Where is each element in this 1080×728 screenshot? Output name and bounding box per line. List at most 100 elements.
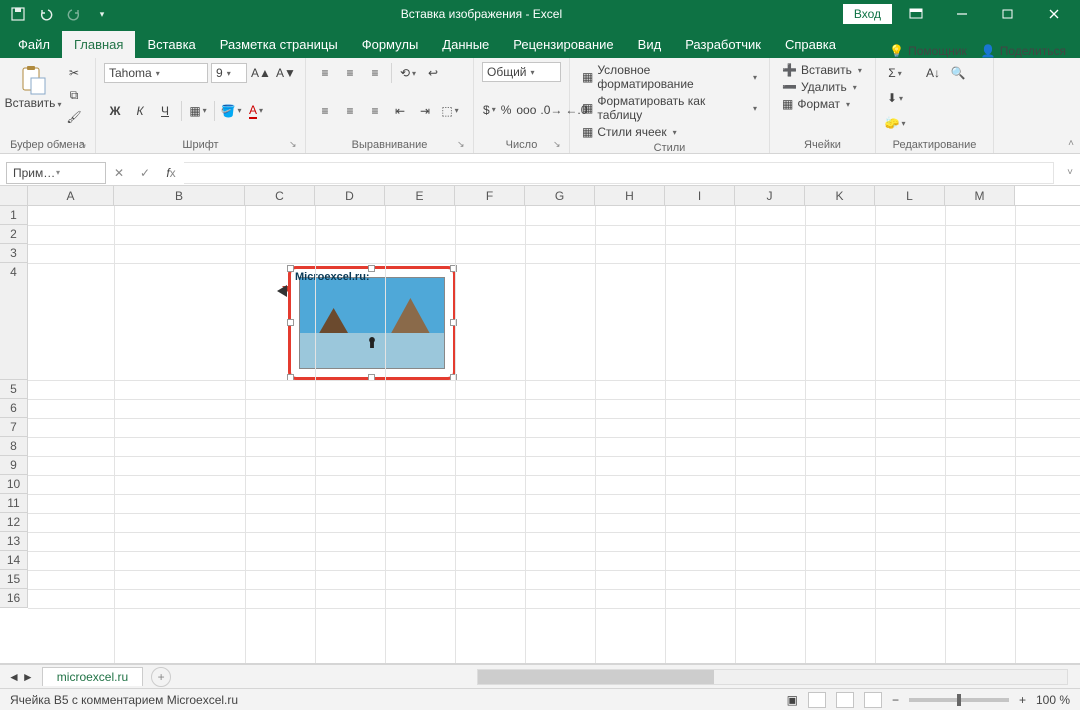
zoom-out-icon[interactable]: − xyxy=(892,693,899,707)
orientation-icon[interactable]: ⟲▾ xyxy=(397,62,419,84)
paste-button[interactable]: Вставить▾ xyxy=(8,62,58,112)
row-header[interactable]: 3 xyxy=(0,244,28,263)
column-header[interactable]: F xyxy=(455,186,525,205)
clipboard-launcher-icon[interactable]: ↘ xyxy=(79,139,91,151)
tab-home[interactable]: Главная xyxy=(62,31,135,58)
sheet-nav-last-icon[interactable]: ► xyxy=(22,670,34,684)
increase-font-icon[interactable]: A▲ xyxy=(250,62,272,84)
wrap-text-icon[interactable]: ↩ xyxy=(422,62,444,84)
comma-icon[interactable]: ооо xyxy=(515,99,537,121)
undo-icon[interactable] xyxy=(34,2,58,26)
percent-icon[interactable]: % xyxy=(500,99,513,121)
decrease-indent-icon[interactable]: ⇤ xyxy=(389,100,411,122)
tab-formulas[interactable]: Формулы xyxy=(350,31,431,58)
row-header[interactable]: 15 xyxy=(0,570,28,589)
find-select-icon[interactable]: 🔍 xyxy=(947,62,969,84)
zoom-level[interactable]: 100 % xyxy=(1036,693,1070,707)
font-color-icon[interactable]: A▾ xyxy=(245,100,267,122)
align-middle-icon[interactable]: ≡ xyxy=(339,62,361,84)
view-page-break-icon[interactable] xyxy=(864,692,882,708)
tab-help[interactable]: Справка xyxy=(773,31,848,58)
select-all-corner[interactable] xyxy=(0,186,28,205)
redo-icon[interactable] xyxy=(62,2,86,26)
column-header[interactable]: M xyxy=(945,186,1015,205)
tab-data[interactable]: Данные xyxy=(430,31,501,58)
format-as-table-button[interactable]: ▦Форматировать как таблицу▾ xyxy=(578,93,761,123)
alignment-launcher-icon[interactable]: ↘ xyxy=(457,139,469,151)
tab-review[interactable]: Рецензирование xyxy=(501,31,625,58)
cell-styles-button[interactable]: ▦Стили ячеек▾ xyxy=(578,124,761,140)
font-launcher-icon[interactable]: ↘ xyxy=(289,139,301,151)
font-size-select[interactable]: 9▾ xyxy=(211,63,247,83)
currency-icon[interactable]: $▾ xyxy=(482,99,497,121)
row-header[interactable]: 11 xyxy=(0,494,28,513)
enter-formula-icon[interactable]: ✓ xyxy=(132,162,158,184)
format-cells-button[interactable]: ▦Формат▾ xyxy=(778,96,867,112)
decrease-decimal-icon[interactable]: ←.0 xyxy=(565,99,587,121)
row-header[interactable]: 16 xyxy=(0,589,28,608)
row-header[interactable]: 5 xyxy=(0,380,28,399)
worksheet-grid[interactable]: ABCDEFGHIJKLM 12345678910111213141516 xyxy=(0,186,1080,664)
align-right-icon[interactable]: ≡ xyxy=(364,100,386,122)
row-header[interactable]: 1 xyxy=(0,206,28,225)
align-center-icon[interactable]: ≡ xyxy=(339,100,361,122)
column-header[interactable]: A xyxy=(28,186,114,205)
tab-file[interactable]: Файл xyxy=(6,31,62,58)
cut-icon[interactable]: ✂ xyxy=(61,62,87,84)
bold-button[interactable]: Ж xyxy=(104,100,126,122)
view-page-layout-icon[interactable] xyxy=(836,692,854,708)
horizontal-scrollbar[interactable] xyxy=(477,669,1068,685)
column-header[interactable]: J xyxy=(735,186,805,205)
column-header[interactable]: H xyxy=(595,186,665,205)
row-header[interactable]: 4 xyxy=(0,263,28,380)
tab-view[interactable]: Вид xyxy=(626,31,674,58)
name-box[interactable]: Примеча...▾ xyxy=(6,162,106,184)
row-header[interactable]: 14 xyxy=(0,551,28,570)
row-header[interactable]: 9 xyxy=(0,456,28,475)
italic-button[interactable]: К xyxy=(129,100,151,122)
clear-icon[interactable]: 🧽▾ xyxy=(884,112,906,134)
formula-input[interactable] xyxy=(184,162,1054,184)
column-header[interactable]: I xyxy=(665,186,735,205)
tab-developer[interactable]: Разработчик xyxy=(673,31,773,58)
row-header[interactable]: 8 xyxy=(0,437,28,456)
column-header[interactable]: D xyxy=(315,186,385,205)
save-icon[interactable] xyxy=(6,2,30,26)
insert-cells-button[interactable]: ➕Вставить▾ xyxy=(778,62,867,78)
comment-popup[interactable]: Microexcel.ru: xyxy=(288,266,456,380)
fx-icon[interactable]: fx xyxy=(158,162,184,184)
tab-page-layout[interactable]: Разметка страницы xyxy=(208,31,350,58)
autosum-icon[interactable]: Σ▾ xyxy=(884,62,906,84)
zoom-in-icon[interactable]: + xyxy=(1019,693,1026,707)
align-bottom-icon[interactable]: ≡ xyxy=(364,62,386,84)
decrease-font-icon[interactable]: A▼ xyxy=(275,62,297,84)
increase-indent-icon[interactable]: ⇥ xyxy=(414,100,436,122)
column-header[interactable]: B xyxy=(114,186,245,205)
cancel-formula-icon[interactable]: ✕ xyxy=(106,162,132,184)
delete-cells-button[interactable]: ➖Удалить▾ xyxy=(778,79,867,95)
copy-icon[interactable]: ⧉ xyxy=(61,84,87,106)
row-header[interactable]: 12 xyxy=(0,513,28,532)
ribbon-display-options-icon[interactable] xyxy=(894,0,938,28)
sort-filter-icon[interactable]: A↓ xyxy=(922,62,944,84)
row-header[interactable]: 6 xyxy=(0,399,28,418)
new-sheet-button[interactable]: + xyxy=(151,667,171,687)
font-family-select[interactable]: Tahoma▾ xyxy=(104,63,208,83)
cells-area[interactable]: Microexcel.ru: xyxy=(28,206,1080,664)
column-header[interactable]: C xyxy=(245,186,315,205)
column-header[interactable]: G xyxy=(525,186,595,205)
row-header[interactable]: 13 xyxy=(0,532,28,551)
signin-button[interactable]: Вход xyxy=(843,4,892,24)
sheet-tab[interactable]: microexcel.ru xyxy=(42,667,143,686)
zoom-slider[interactable] xyxy=(909,698,1009,702)
macro-record-icon[interactable]: ▣ xyxy=(787,693,798,707)
number-format-select[interactable]: Общий▾ xyxy=(482,62,561,82)
number-launcher-icon[interactable]: ↘ xyxy=(553,139,565,151)
maximize-icon[interactable] xyxy=(986,0,1030,28)
row-header[interactable]: 2 xyxy=(0,225,28,244)
column-header[interactable]: K xyxy=(805,186,875,205)
align-top-icon[interactable]: ≡ xyxy=(314,62,336,84)
close-icon[interactable] xyxy=(1032,0,1076,28)
expand-formula-bar-icon[interactable]: ˅ xyxy=(1060,167,1080,178)
format-painter-icon[interactable]: 🖌 xyxy=(61,106,87,128)
